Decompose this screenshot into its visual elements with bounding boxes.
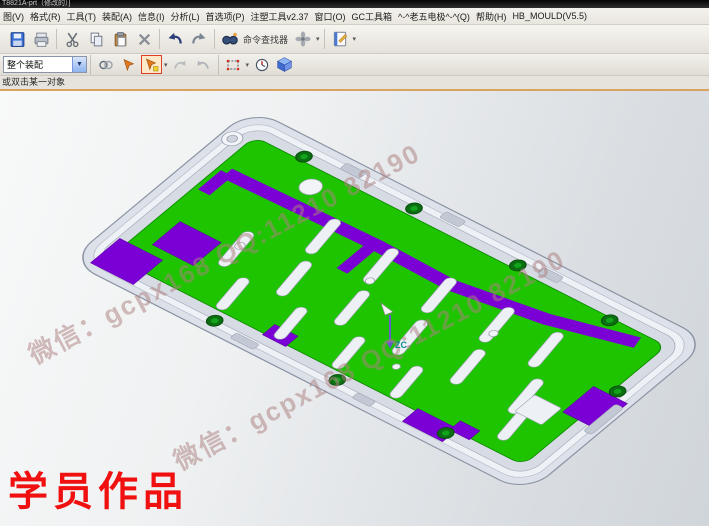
info-notebook-icon <box>331 30 349 48</box>
select-tool-button[interactable] <box>118 55 139 74</box>
snap-point-toggle[interactable] <box>95 55 116 74</box>
toolbar-separator <box>218 55 219 75</box>
toolbar-separator <box>90 55 91 75</box>
dropdown-arrow-icon[interactable]: ▾ <box>316 35 320 43</box>
save-icon <box>9 31 26 48</box>
menu-item[interactable]: 装配(A) <box>99 9 135 24</box>
rectangle-select-button[interactable] <box>223 55 244 74</box>
cue-prompt-bar: 或双击某一对象 <box>0 76 709 91</box>
clock-icon <box>254 57 270 73</box>
menu-item[interactable]: 帮助(H) <box>473 9 510 24</box>
viewport-3d-model[interactable] <box>0 91 709 526</box>
command-finder-label[interactable]: 命令查找器 <box>243 33 288 46</box>
marquee-rectangle-icon <box>225 57 241 73</box>
dropdown-arrow-icon[interactable]: ▾ <box>246 61 250 69</box>
menu-item[interactable]: ^-^老五电极^-^(Q) <box>395 9 473 24</box>
dropdown-arrow-icon[interactable]: ▾ <box>164 61 168 69</box>
redo-button[interactable] <box>187 27 211 51</box>
curved-arrow-alt-icon <box>195 57 211 73</box>
information-button[interactable] <box>328 27 352 51</box>
swirl-icon <box>294 30 312 48</box>
menu-item[interactable]: HB_MOULD(V5.5) <box>509 10 590 22</box>
save-button[interactable] <box>5 27 29 51</box>
redo-icon <box>190 30 208 48</box>
nx-application-window: T8821A-prt（修改的）] 图(V) 格式(R) 工具(T) 装配(A) … <box>0 0 709 526</box>
menu-item[interactable]: 分析(L) <box>168 9 203 24</box>
graphics-viewport[interactable]: 微信：gcpx168 QQ:11210 82190 微信：gcpx168 QQ:… <box>0 91 709 526</box>
toolbar-separator <box>214 29 215 49</box>
window-title: T8821A-prt（修改的）] <box>2 0 70 7</box>
toolbar-separator <box>159 29 160 49</box>
menu-item[interactable]: 信息(I) <box>135 9 168 24</box>
menu-bar: 图(V) 格式(R) 工具(T) 装配(A) 信息(I) 分析(L) 首选项(P… <box>0 8 709 25</box>
rings-icon <box>98 57 114 73</box>
copy-icon <box>88 31 105 48</box>
undo-icon <box>166 30 184 48</box>
pointer-arrow-icon <box>121 57 137 73</box>
deselect-button[interactable] <box>170 55 191 74</box>
roles-button[interactable] <box>291 27 315 51</box>
curved-arrow-icon <box>172 57 188 73</box>
menu-item[interactable]: 工具(T) <box>64 9 100 24</box>
paste-icon <box>112 31 129 48</box>
selection-scope-value: 整个装配 <box>4 58 43 71</box>
prompt-message: 或双击某一对象 <box>2 77 65 87</box>
delay-select-button[interactable] <box>251 55 272 74</box>
undo-button[interactable] <box>163 27 187 51</box>
cut-icon <box>64 31 81 48</box>
dropdown-arrow-icon[interactable]: ▾ <box>353 35 357 43</box>
toolbar-separator <box>324 29 325 49</box>
paste-button[interactable] <box>108 27 132 51</box>
menu-item[interactable]: 图(V) <box>0 9 27 24</box>
phone-frame-part <box>69 108 709 493</box>
reselect-button[interactable] <box>193 55 214 74</box>
print-icon <box>33 31 50 48</box>
copy-button[interactable] <box>84 27 108 51</box>
combo-dropdown-button[interactable]: ▼ <box>72 57 86 72</box>
window-title-bar: T8821A-prt（修改的）] <box>0 0 709 8</box>
print-button[interactable] <box>29 27 53 51</box>
selection-scope-dropdown[interactable]: 整个装配 ▼ <box>3 56 87 73</box>
delete-icon <box>136 31 153 48</box>
pointer-highlight-icon <box>144 57 160 73</box>
menu-item[interactable]: GC工具箱 <box>349 9 396 24</box>
standard-toolbar: 命令查找器 ▾ ▾ <box>0 25 709 54</box>
chevron-down-icon: ▼ <box>76 61 83 68</box>
select-highlight-button[interactable] <box>141 55 162 74</box>
blue-box-icon <box>276 56 293 73</box>
show-bounding-box-button[interactable] <box>274 55 295 74</box>
command-finder-icon <box>221 30 239 48</box>
command-finder-button[interactable] <box>218 27 242 51</box>
menu-item[interactable]: 窗口(O) <box>312 9 349 24</box>
menu-item[interactable]: 格式(R) <box>27 9 64 24</box>
toolbar-separator <box>56 29 57 49</box>
menu-item[interactable]: 注塑工具v2.37 <box>248 9 312 24</box>
cut-button[interactable] <box>60 27 84 51</box>
selection-bar: 整个装配 ▼ ▾ <box>0 54 709 76</box>
delete-button[interactable] <box>132 27 156 51</box>
menu-item[interactable]: 首选项(P) <box>203 9 248 24</box>
